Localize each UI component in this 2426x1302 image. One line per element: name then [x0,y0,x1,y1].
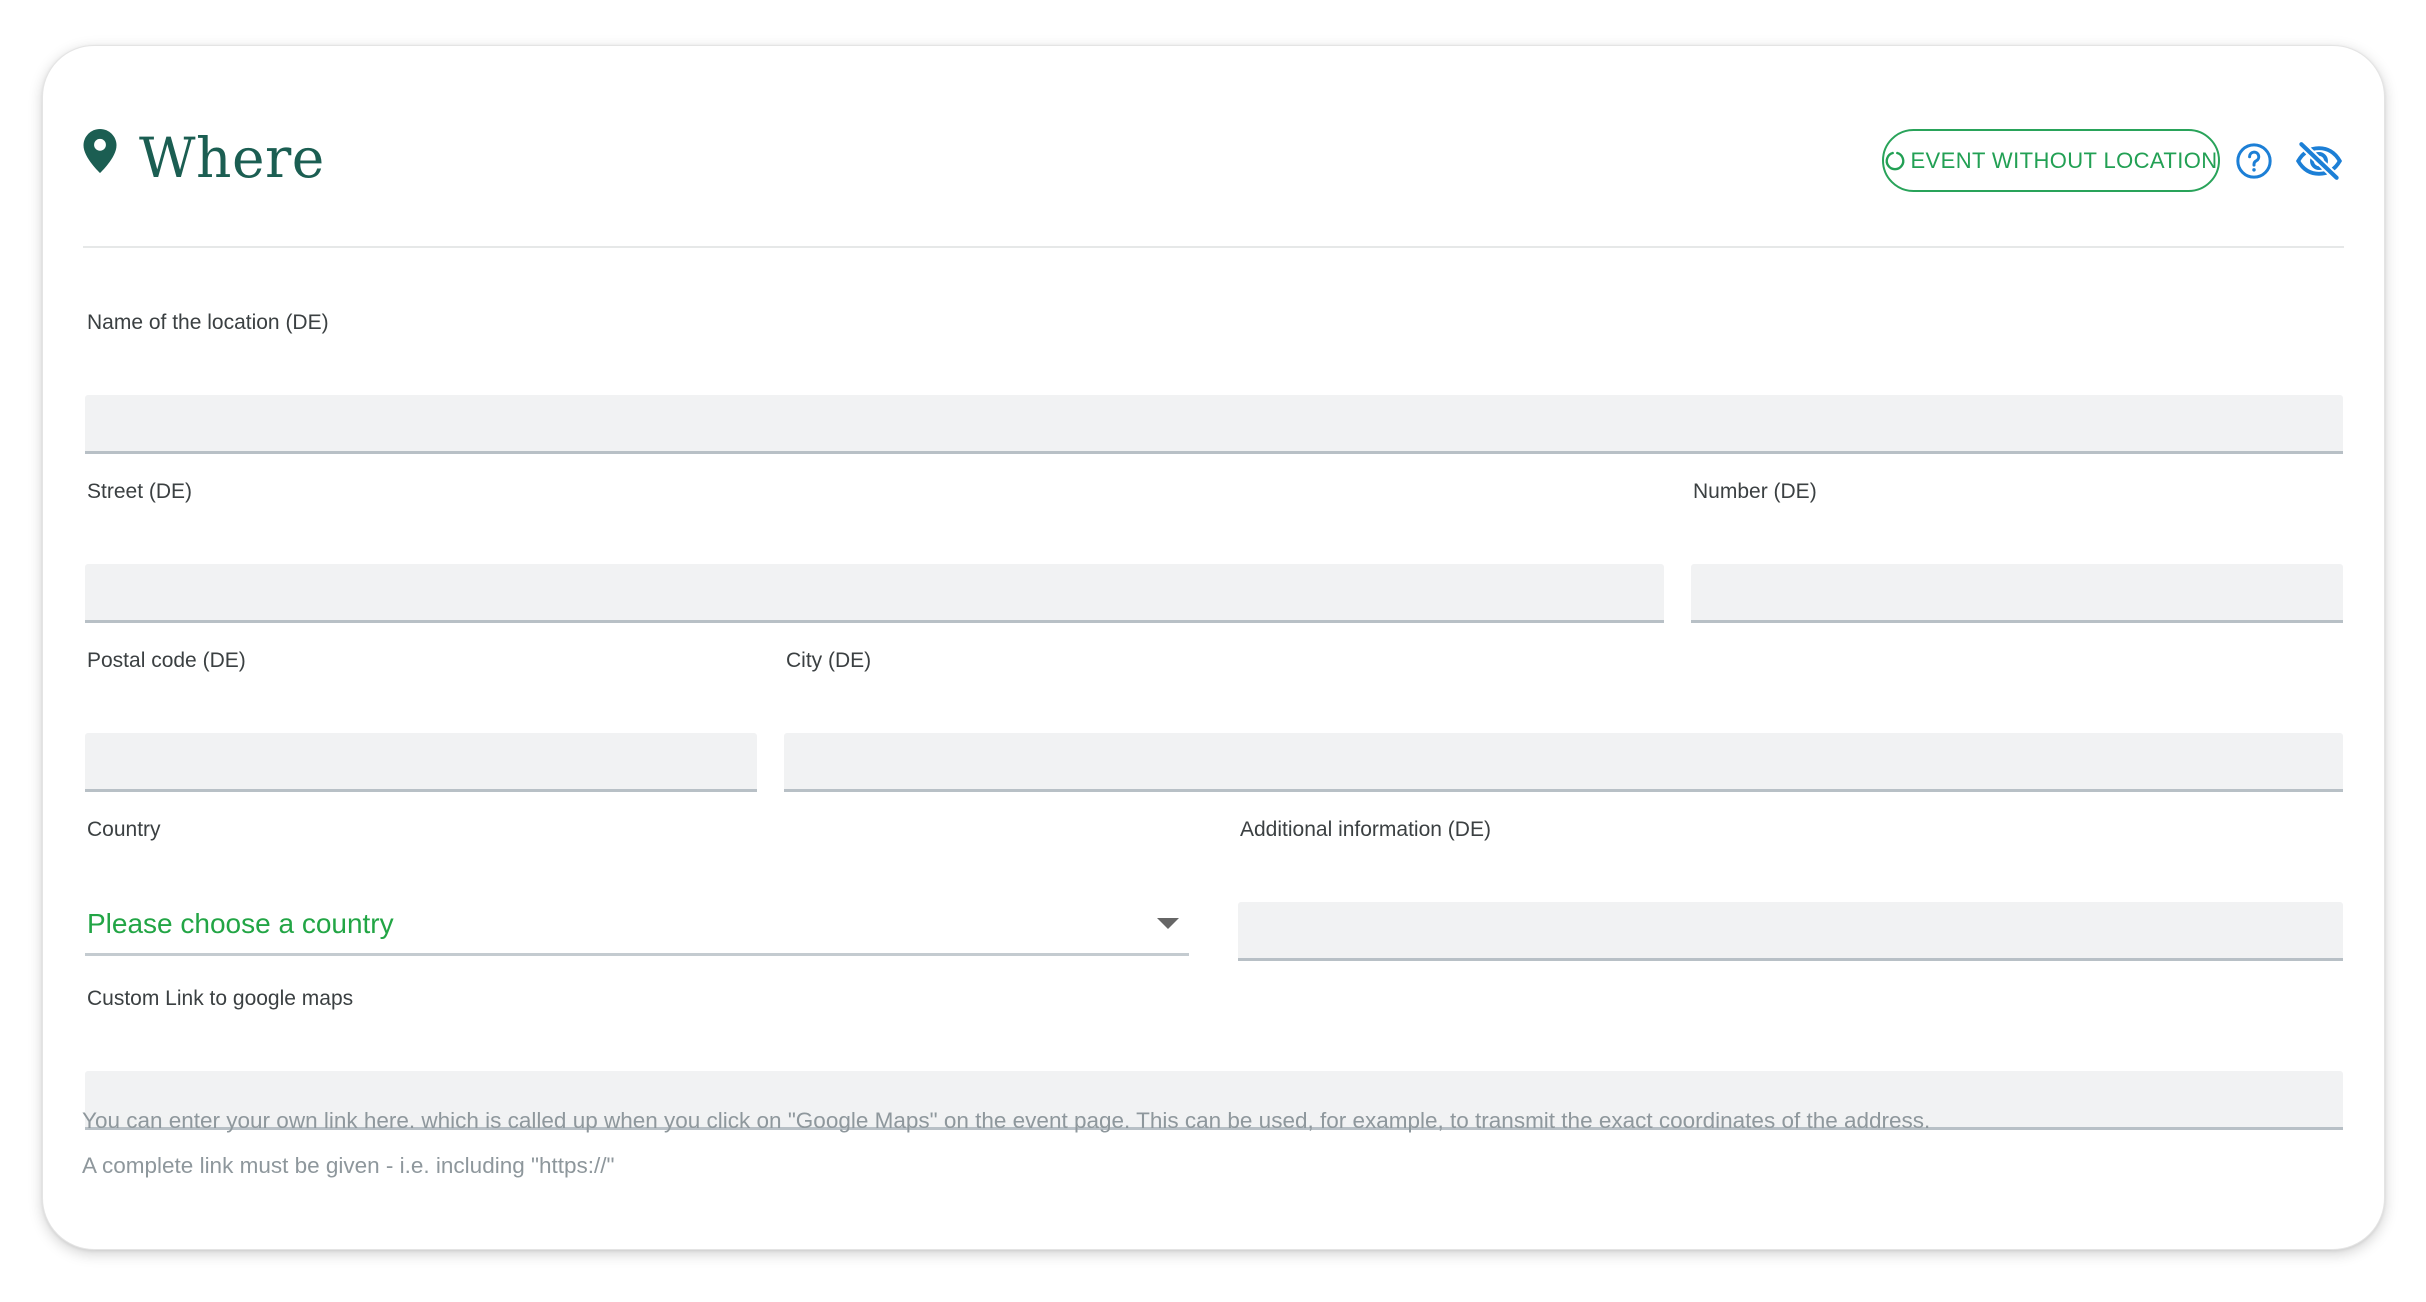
eye-slash-icon [2295,140,2343,181]
question-circle-icon [2236,142,2272,179]
chevron-down-icon [1157,918,1179,929]
help-button[interactable] [2234,141,2274,181]
additional-info-input[interactable] [1238,902,2343,961]
city-label: City (DE) [786,649,872,672]
location-name-field: Name of the location (DE) [85,311,2343,456]
postal-code-label: Postal code (DE) [87,649,246,672]
number-field: Number (DE) [1691,480,2343,625]
additional-info-label: Additional information (DE) [1240,818,1491,841]
section-title: Where [139,126,325,190]
visibility-toggle[interactable] [2294,140,2344,181]
postal-code-field: Postal code (DE) [85,649,757,794]
custom-link-hint-line-2: A complete link must be given - i.e. inc… [82,1153,615,1178]
location-name-input[interactable] [85,395,2343,454]
circle-notch-icon [1886,151,1905,170]
city-input[interactable] [784,733,2343,792]
country-selected-value: Please choose a country [87,907,394,939]
map-pin-icon [83,129,117,173]
custom-link-hint-line-1: You can enter your own link here. which … [82,1108,1931,1133]
city-field: City (DE) [784,649,2343,794]
additional-info-field: Additional information (DE) [1238,818,2343,963]
where-card: Where EVENT WITHOUT LOCATION Name of the… [42,45,2385,1250]
title-group: Where [83,126,325,190]
event-without-location-button[interactable]: EVENT WITHOUT LOCATION [1882,129,2220,192]
number-label: Number (DE) [1693,480,1817,503]
number-input[interactable] [1691,564,2343,623]
country-field: Country Please choose a country [85,818,1189,968]
postal-code-input[interactable] [85,733,757,792]
custom-link-label: Custom Link to google maps [87,987,354,1010]
event-without-location-label: EVENT WITHOUT LOCATION [1910,147,2218,173]
location-name-label: Name of the location (DE) [87,311,329,334]
country-label: Country [87,818,161,841]
country-select[interactable]: Please choose a country [85,894,1189,956]
street-label: Street (DE) [87,480,193,503]
street-field: Street (DE) [85,480,1664,625]
section-header: Where EVENT WITHOUT LOCATION [83,86,2344,248]
header-actions: EVENT WITHOUT LOCATION [1882,129,2344,192]
street-input[interactable] [85,564,1664,623]
